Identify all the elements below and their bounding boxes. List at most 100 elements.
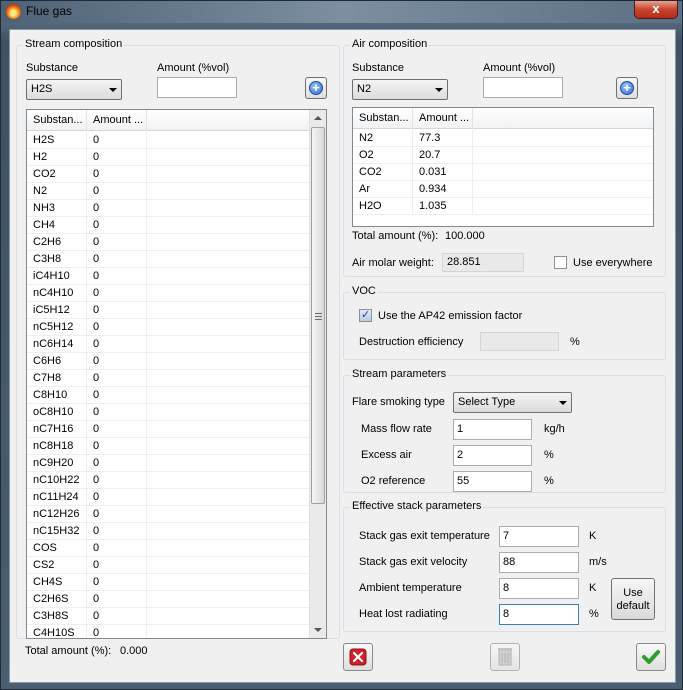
table-row[interactable]: C8H10 0: [27, 387, 310, 404]
excess-air-input[interactable]: 2: [453, 445, 532, 466]
exit-velocity-input[interactable]: 88: [499, 552, 579, 573]
table-row[interactable]: oC8H10 0: [27, 404, 310, 421]
exit-velocity-label: Stack gas exit velocity: [359, 556, 468, 568]
scroll-up-button[interactable]: [310, 110, 326, 126]
use-everywhere-label: Use everywhere: [573, 257, 653, 269]
table-row[interactable]: CH4 0: [27, 217, 310, 234]
table-row[interactable]: C4H10S 0: [27, 625, 310, 638]
cell-substance: C3H8S: [27, 608, 87, 625]
cell-amount: 0.934: [413, 181, 473, 198]
cell-amount: 0: [87, 421, 147, 438]
stream-total-value: 0.000: [120, 645, 148, 657]
cell-substance: nC4H10: [27, 285, 87, 302]
exit-temperature-input[interactable]: 7: [499, 526, 579, 547]
table-row[interactable]: N2 77.3: [353, 130, 653, 147]
delete-button[interactable]: [490, 643, 520, 671]
table-row[interactable]: nC12H26 0: [27, 506, 310, 523]
table-row[interactable]: C6H6 0: [27, 353, 310, 370]
scroll-down-button[interactable]: [310, 622, 326, 638]
table-row[interactable]: N2 0: [27, 183, 310, 200]
cell-substance: nC9H20: [27, 455, 87, 472]
stream-composition-table[interactable]: Substan... Amount ... H2S 0 H2 0 CO2 0 N2 0 NH3 0…: [26, 109, 327, 639]
cell-amount: 0: [87, 608, 147, 625]
table-row[interactable]: CS2 0: [27, 557, 310, 574]
air-amount-input[interactable]: [483, 77, 563, 98]
cancel-button[interactable]: [343, 643, 373, 671]
stream-amount-input[interactable]: [157, 77, 237, 98]
ap42-checkbox[interactable]: ✓: [359, 309, 372, 322]
use-default-button[interactable]: Use default: [611, 578, 655, 620]
close-icon: x: [652, 1, 660, 16]
chevron-down-icon: [109, 88, 117, 92]
red-x-icon: [349, 648, 367, 666]
window-title: Flue gas: [26, 4, 73, 18]
table-row[interactable]: nC15H32 0: [27, 523, 310, 540]
table-row[interactable]: O2 20.7: [353, 147, 653, 164]
grip-line: [315, 313, 322, 314]
table-row[interactable]: CO2 0.031: [353, 164, 653, 181]
air-add-button[interactable]: +: [616, 77, 638, 99]
table-row[interactable]: nC9H20 0: [27, 455, 310, 472]
table-row[interactable]: C2H6S 0: [27, 591, 310, 608]
cell-substance: NH3: [27, 200, 87, 217]
mass-flow-input[interactable]: 1: [453, 419, 532, 440]
table-row[interactable]: nC11H24 0: [27, 489, 310, 506]
table-row[interactable]: C3H8S 0: [27, 608, 310, 625]
table-row[interactable]: CH4S 0: [27, 574, 310, 591]
column-header-substance[interactable]: Substan...: [353, 108, 413, 129]
air-composition-table[interactable]: Substan... Amount ... N2 77.3 O2 20.7 CO2 0.0…: [352, 107, 654, 227]
cell-amount: 0: [87, 404, 147, 421]
table-row[interactable]: iC5H12 0: [27, 302, 310, 319]
table-row[interactable]: H2 0: [27, 149, 310, 166]
table-row[interactable]: C7H8 0: [27, 370, 310, 387]
destruction-efficiency-label: Destruction efficiency: [359, 336, 464, 348]
title-bar[interactable]: Flue gas x: [1, 1, 682, 23]
air-substance-select[interactable]: N2: [352, 79, 448, 100]
ok-button[interactable]: [636, 643, 666, 671]
stream-composition-group: Stream composition Substance Amount (%vo…: [16, 38, 340, 639]
column-header-substance[interactable]: Substan...: [27, 110, 87, 131]
table-row[interactable]: CO2 0: [27, 166, 310, 183]
heat-lost-input[interactable]: 8: [499, 604, 579, 625]
use-default-label-line2: default: [616, 600, 650, 612]
table-row[interactable]: nC6H14 0: [27, 336, 310, 353]
table-row[interactable]: H2S 0: [27, 132, 310, 149]
cell-amount: 0: [87, 302, 147, 319]
cell-amount: 77.3: [413, 130, 473, 147]
stream-substance-select[interactable]: H2S: [26, 79, 122, 100]
ambient-temperature-input[interactable]: 8: [499, 578, 579, 599]
scroll-thumb[interactable]: [311, 127, 325, 504]
cell-amount: 0: [87, 132, 147, 149]
use-everywhere-checkbox[interactable]: [554, 256, 567, 269]
table-row[interactable]: nC7H16 0: [27, 421, 310, 438]
cell-substance: H2O: [353, 198, 413, 215]
column-header-amount[interactable]: Amount ...: [413, 108, 473, 129]
table-row[interactable]: COS 0: [27, 540, 310, 557]
table-row[interactable]: H2O 1.035: [353, 198, 653, 215]
flare-smoking-select[interactable]: Select Type: [453, 392, 572, 413]
plus-circle-icon: +: [309, 81, 323, 95]
o2-reference-input[interactable]: 55: [453, 471, 532, 492]
cell-substance: H2S: [27, 132, 87, 149]
cell-amount: 0: [87, 540, 147, 557]
table-row[interactable]: nC8H18 0: [27, 438, 310, 455]
close-button[interactable]: x: [634, 1, 678, 19]
table-row[interactable]: iC4H10 0: [27, 268, 310, 285]
table-row[interactable]: nC10H22 0: [27, 472, 310, 489]
table-row[interactable]: C3H8 0: [27, 251, 310, 268]
vertical-scrollbar[interactable]: [309, 110, 326, 638]
cell-amount: 20.7: [413, 147, 473, 164]
column-header-amount[interactable]: Amount ...: [87, 110, 147, 131]
table-row[interactable]: C2H6 0: [27, 234, 310, 251]
table-row[interactable]: nC4H10 0: [27, 285, 310, 302]
table-row[interactable]: nC5H12 0: [27, 319, 310, 336]
grip-line: [315, 316, 322, 317]
table-row[interactable]: NH3 0: [27, 200, 310, 217]
stream-add-button[interactable]: +: [305, 77, 327, 99]
cell-amount: 0: [87, 370, 147, 387]
cell-substance: Ar: [353, 181, 413, 198]
stream-total-label: Total amount (%):: [25, 645, 112, 657]
cell-substance: nC7H16: [27, 421, 87, 438]
cell-amount: 0: [87, 574, 147, 591]
table-row[interactable]: Ar 0.934: [353, 181, 653, 198]
